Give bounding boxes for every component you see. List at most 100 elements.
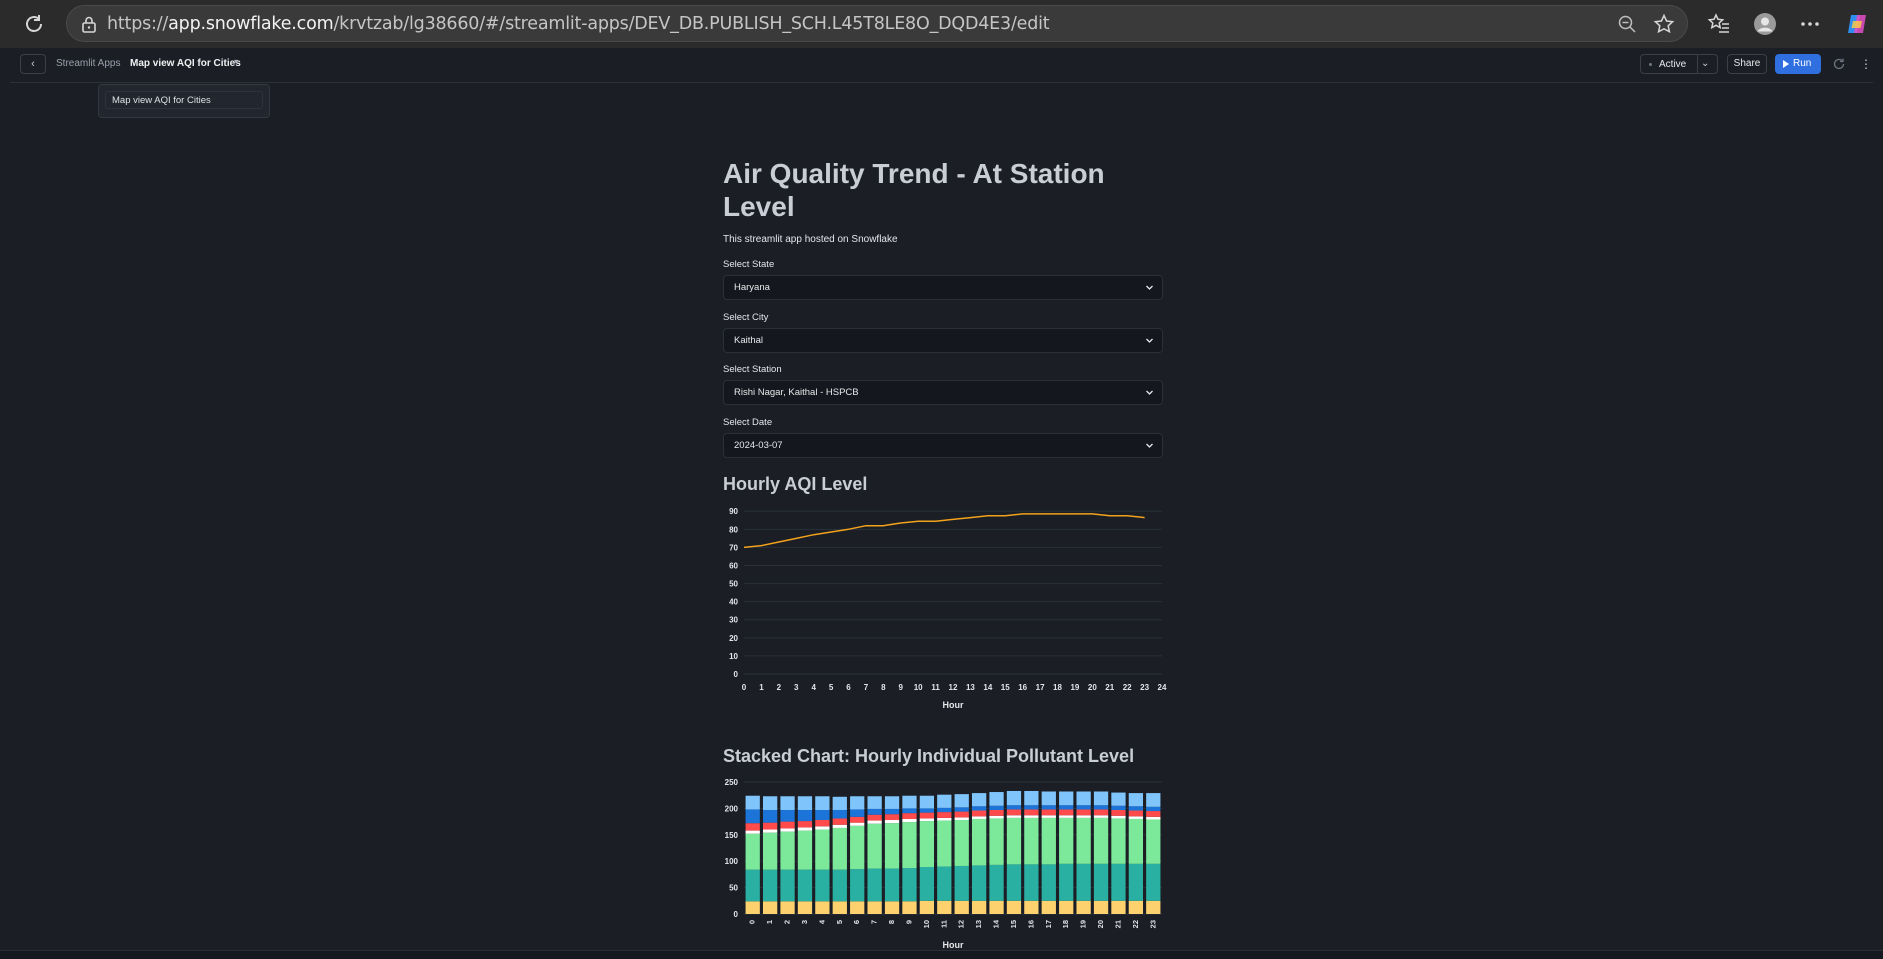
y-tick-label: 0 <box>734 910 739 919</box>
breadcrumb-current-app[interactable]: Map view AQI for Cities <box>130 58 241 69</box>
bar-segment <box>815 796 829 810</box>
bar-segment <box>1146 807 1160 811</box>
x-tick-label: 7 <box>864 683 869 692</box>
bar-segment <box>1076 805 1090 809</box>
x-tick-label: 16 <box>1018 683 1027 692</box>
bar-segment <box>1146 817 1160 820</box>
city-value: Kaithal <box>734 335 763 346</box>
page-title: Air Quality Trend - At Station Level <box>723 157 1123 223</box>
y-tick-label: 250 <box>725 778 739 787</box>
x-tick-label: 11 <box>939 920 948 928</box>
bar-segment <box>850 809 864 816</box>
bar-segment <box>1007 901 1021 914</box>
y-tick-label: 150 <box>725 831 739 840</box>
favorites-icon[interactable] <box>1707 12 1731 36</box>
bar-segment <box>955 794 969 807</box>
x-tick-label: 6 <box>846 683 851 692</box>
bar-segment <box>1111 810 1125 816</box>
bar-segment <box>1042 864 1056 900</box>
chevron-down-icon <box>1145 388 1154 397</box>
bar-segment <box>1094 864 1108 901</box>
bar-segment <box>798 831 812 870</box>
bar-segment <box>1094 809 1108 815</box>
city-select[interactable]: Kaithal <box>723 328 1163 353</box>
bar-segment <box>937 821 951 867</box>
bar-segment <box>850 901 864 914</box>
bar-segment <box>1007 805 1021 809</box>
x-tick-label: 20 <box>1088 683 1097 692</box>
x-tick-label: 23 <box>1140 683 1149 692</box>
x-tick-label: 1 <box>765 920 774 924</box>
bar-segment <box>955 807 969 811</box>
x-tick-label: 13 <box>974 920 983 928</box>
y-tick-label: 80 <box>729 525 738 534</box>
bar-segment <box>989 818 1003 864</box>
x-tick-label: 10 <box>914 683 923 692</box>
bar-segment <box>972 901 986 914</box>
x-tick-label: 2 <box>777 683 782 692</box>
station-select[interactable]: Rishi Nagar, Kaithal - HSPCB <box>723 380 1163 405</box>
bar-segment <box>850 796 864 809</box>
bar-segment <box>972 816 986 819</box>
bar-segment <box>885 796 899 809</box>
bar-segment <box>885 823 899 868</box>
x-tick-label: 19 <box>1070 683 1079 692</box>
bar-segment <box>798 810 812 821</box>
bar-segment <box>937 818 951 821</box>
x-tick-label: 2 <box>783 920 792 924</box>
y-tick-label: 0 <box>734 670 739 679</box>
bar-segment <box>815 830 829 870</box>
dropdown-item-map-view[interactable]: Map view AQI for Cities <box>105 91 263 109</box>
bar-segment <box>798 796 812 810</box>
bar-segment <box>1059 809 1073 815</box>
bar-segment <box>763 830 777 833</box>
status-label: Active <box>1659 59 1686 70</box>
bar-segment <box>937 795 951 808</box>
bar-segment <box>798 827 812 830</box>
bar-segment <box>920 818 934 821</box>
x-tick-label: 19 <box>1079 920 1088 928</box>
reload-icon[interactable] <box>22 12 46 36</box>
address-bar[interactable]: https://app.snowflake.com/krvtzab/lg3866… <box>66 5 1688 42</box>
bar-segment <box>850 826 864 869</box>
bar-segment <box>1111 806 1125 810</box>
bar-segment <box>920 901 934 914</box>
bar-segment <box>1094 901 1108 914</box>
y-tick-label: 50 <box>729 884 738 893</box>
x-tick-label: 15 <box>1009 920 1018 928</box>
x-tick-label: 16 <box>1026 920 1035 928</box>
x-tick-label: 8 <box>887 920 896 924</box>
bar-segment <box>1129 806 1143 810</box>
run-button[interactable]: Run <box>1775 54 1821 74</box>
bar-segment <box>902 808 916 813</box>
bar-segment <box>867 824 881 869</box>
back-button[interactable]: ‹ <box>20 54 46 74</box>
chevron-down-icon[interactable]: ⌄ <box>1701 58 1709 69</box>
more-options-icon[interactable] <box>1798 12 1822 36</box>
page-caption: This streamlit app hosted on Snowflake <box>723 234 898 245</box>
warehouse-status-button[interactable]: Active ⌄ <box>1640 54 1718 74</box>
x-tick-label: 14 <box>983 683 992 692</box>
bar-segment <box>937 808 951 812</box>
date-select[interactable]: 2024-03-07 <box>723 433 1163 458</box>
x-tick-label: 23 <box>1148 920 1157 928</box>
refresh-icon[interactable] <box>1832 57 1846 71</box>
chevron-down-icon[interactable]: ▾ <box>234 57 238 66</box>
kebab-menu-icon[interactable]: ⋮ <box>1860 57 1870 71</box>
state-select[interactable]: Haryana <box>723 275 1163 300</box>
x-tick-label: 8 <box>881 683 886 692</box>
share-button[interactable]: Share <box>1727 54 1767 74</box>
profile-avatar-icon[interactable] <box>1753 12 1777 36</box>
bar-segment <box>1146 819 1160 863</box>
bar-segment <box>1059 792 1073 806</box>
zoom-out-icon[interactable] <box>1617 14 1637 34</box>
x-tick-label: 18 <box>1061 920 1070 928</box>
favorite-star-icon[interactable] <box>1653 13 1675 35</box>
bar-segment <box>850 823 864 826</box>
bar-segment <box>1146 811 1160 817</box>
bar-segment <box>1111 901 1125 914</box>
y-tick-label: 70 <box>729 543 738 552</box>
breadcrumb-streamlit-apps[interactable]: Streamlit Apps <box>56 58 120 69</box>
lock-icon[interactable] <box>79 14 99 34</box>
copilot-icon[interactable] <box>1845 12 1869 36</box>
